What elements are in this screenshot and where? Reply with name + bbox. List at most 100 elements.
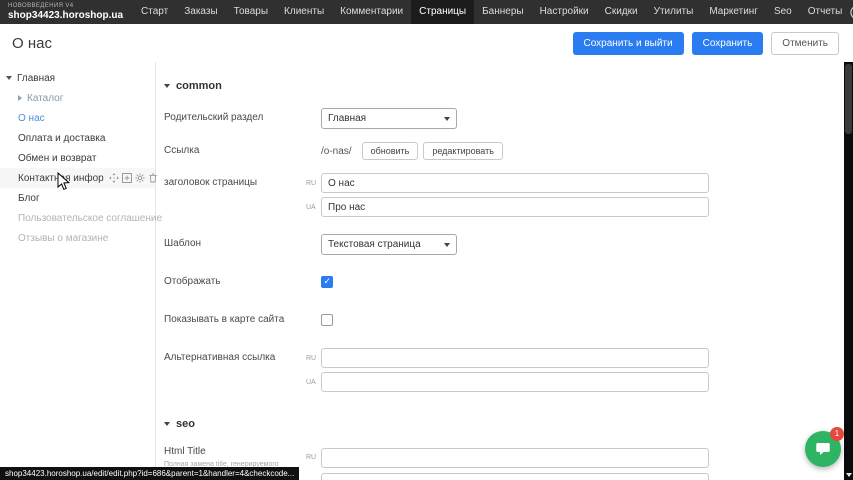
page-title-ru-input[interactable] (321, 173, 709, 193)
edit-link-button[interactable]: редактировать (423, 142, 503, 160)
tree-item-catalog[interactable]: Каталог (0, 88, 155, 108)
chat-unread-badge: 1 (830, 427, 844, 441)
move-icon[interactable] (109, 173, 119, 183)
page-scrollbar[interactable] (844, 62, 853, 480)
menu-item-seo[interactable]: Seo (766, 0, 800, 24)
menu-item-orders[interactable]: Заказы (176, 0, 225, 24)
tree-item-store-reviews[interactable]: Отзывы о магазине (0, 228, 155, 248)
cancel-button[interactable]: Отменить (771, 32, 839, 55)
tree-item-label: Главная (17, 73, 55, 84)
chat-bubble-icon (814, 440, 832, 458)
field-label: Ссылка (164, 145, 306, 158)
html-title-ua-input[interactable] (321, 473, 709, 480)
page-edit-form: common Родительский раздел Главная Ссылк… (157, 62, 844, 480)
field-html-title-ru: Html Title Полная замена title, генериру… (164, 446, 844, 469)
field-label: Отображать (164, 276, 306, 289)
save-button[interactable]: Сохранить (692, 32, 764, 55)
field-page-title-ru: заголовок страницы RU (164, 173, 844, 193)
menu-item-pages[interactable]: Страницы (411, 0, 474, 24)
field-alt-link-ru: Альтернативная ссылка RU (164, 348, 844, 368)
page-header: О нас Сохранить и выйти Сохранить Отмени… (0, 24, 853, 62)
tree-item-contact-info[interactable]: Контактная инфор (0, 168, 155, 188)
chat-widget-button[interactable]: 1 (805, 431, 841, 467)
tree-item-user-agreement[interactable]: Пользовательское соглашение (0, 208, 155, 228)
tree-item-label: Контактная инфор (18, 173, 104, 184)
menu-item-discounts[interactable]: Скидки (597, 0, 646, 24)
page-title: О нас (12, 35, 52, 52)
logo[interactable]: НОВОВВЕДЕНИЯ V4 shop34423.horoshop.ua (0, 3, 133, 21)
field-link: Ссылка /o-nas/ обновить редактировать (164, 141, 844, 161)
tree-item-about-us[interactable]: О нас (0, 108, 155, 128)
add-page-icon[interactable] (122, 173, 132, 183)
tree-item-payment-delivery[interactable]: Оплата и доставка (0, 128, 155, 148)
field-page-title-ua: UA (164, 197, 844, 217)
field-label: заголовок страницы (164, 177, 306, 190)
tree-item-label: Обмен и возврат (18, 153, 96, 164)
tree-item-actions (109, 173, 158, 183)
parent-section-select[interactable]: Главная (321, 108, 457, 129)
refresh-link-button[interactable]: обновить (362, 142, 419, 160)
lang-tag-ua: UA (306, 379, 321, 386)
field-sitemap: Показывать в карте сайта (164, 310, 844, 330)
field-label: Шаблон (164, 238, 306, 251)
menu-item-settings[interactable]: Настройки (532, 0, 597, 24)
main-menu: Старт Заказы Товары Клиенты Комментарии … (133, 0, 850, 24)
chevron-down-icon (444, 243, 450, 247)
tree-item-label: О нас (18, 113, 45, 124)
link-value: /o-nas/ (321, 146, 352, 157)
section-collapse-icon[interactable] (164, 84, 170, 88)
alt-link-ua-input[interactable] (321, 372, 709, 392)
header-actions: Сохранить и выйти Сохранить Отменить (573, 32, 842, 55)
menu-item-start[interactable]: Старт (133, 0, 176, 24)
scroll-down-arrow-icon[interactable] (846, 473, 852, 477)
template-select[interactable]: Текстовая страница (321, 234, 457, 255)
browser-status-bar: shop34423.horoshop.ua/edit/edit.php?id=6… (0, 467, 299, 480)
expand-caret-icon[interactable] (18, 95, 22, 101)
sitemap-checkbox[interactable] (321, 314, 333, 326)
menu-item-clients[interactable]: Клиенты (276, 0, 332, 24)
tree-item-label: Каталог (27, 93, 63, 104)
lang-tag-ua: UA (306, 204, 321, 211)
field-template: Шаблон Текстовая страница (164, 234, 844, 255)
tree-item-blog[interactable]: Блог (0, 188, 155, 208)
menu-item-products[interactable]: Товары (226, 0, 276, 24)
logo-version-label: НОВОВВЕДЕНИЯ V4 (8, 3, 123, 10)
tree-item-exchange-return[interactable]: Обмен и возврат (0, 148, 155, 168)
field-label: Родительский раздел (164, 112, 306, 125)
tree-item-label: Оплата и доставка (18, 133, 105, 144)
collapse-caret-icon[interactable] (6, 76, 12, 80)
chevron-down-icon (444, 117, 450, 121)
field-parent-section: Родительский раздел Главная (164, 108, 844, 129)
pages-tree-sidebar: Главная Каталог О нас Оплата и доставка … (0, 62, 156, 480)
topbar: НОВОВВЕДЕНИЯ V4 shop34423.horoshop.ua Ст… (0, 0, 853, 24)
field-label: Html Title Полная замена title, генериру… (164, 446, 306, 469)
settings-gear-icon[interactable] (135, 173, 145, 183)
section-common-header[interactable]: common (164, 80, 844, 92)
page-title-ua-input[interactable] (321, 197, 709, 217)
select-value: Главная (328, 113, 366, 124)
tree-item-home[interactable]: Главная (0, 68, 155, 88)
section-seo-header[interactable]: seo (164, 418, 844, 430)
lang-tag-ru: RU (306, 180, 321, 187)
menu-item-utilities[interactable]: Утилиты (646, 0, 702, 24)
menu-item-banners[interactable]: Баннеры (474, 0, 531, 24)
field-label-text: Html Title (164, 446, 206, 457)
section-title: seo (176, 418, 195, 430)
menu-item-marketing[interactable]: Маркетинг (701, 0, 766, 24)
tree-item-label: Блог (18, 193, 40, 204)
delete-trash-icon[interactable] (148, 173, 158, 183)
field-label: Показывать в карте сайта (164, 314, 306, 327)
save-and-exit-button[interactable]: Сохранить и выйти (573, 32, 684, 55)
scrollbar-thumb[interactable] (845, 64, 852, 134)
display-checkbox[interactable] (321, 276, 333, 288)
menu-item-reports[interactable]: Отчеты (800, 0, 851, 24)
section-title: common (176, 80, 222, 92)
html-title-ru-input[interactable] (321, 448, 709, 468)
field-display: Отображать (164, 272, 844, 292)
section-collapse-icon[interactable] (164, 422, 170, 426)
field-alt-link-ua: UA (164, 372, 844, 392)
lang-tag-ru: RU (306, 454, 321, 461)
menu-item-comments[interactable]: Комментарии (332, 0, 411, 24)
field-label: Альтернативная ссылка (164, 352, 306, 365)
alt-link-ru-input[interactable] (321, 348, 709, 368)
